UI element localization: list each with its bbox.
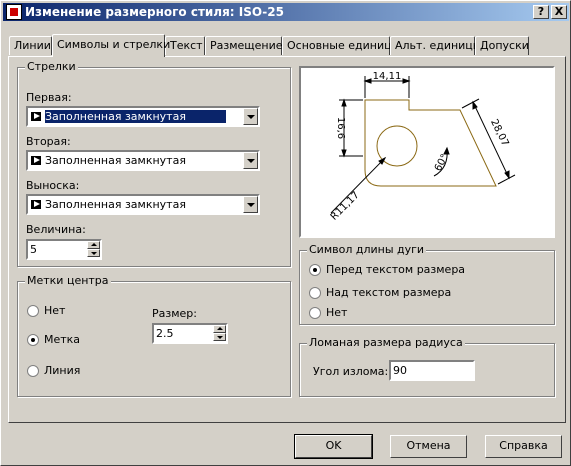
window-title: Изменение размерного стиля: ISO-25 — [25, 5, 284, 19]
center-size-spinner[interactable]: 2.5 — [152, 323, 228, 344]
close-button[interactable]: X — [551, 5, 567, 19]
part-shape — [364, 99, 497, 187]
help-button[interactable]: ? — [533, 5, 549, 19]
chevron-down-icon[interactable] — [243, 196, 258, 213]
first-arrow-label: Первая: — [26, 91, 72, 104]
dim-angle-text: 60° — [433, 152, 451, 173]
leader-arrow-select[interactable]: Заполненная замкнутая — [26, 194, 260, 215]
jog-angle-input[interactable]: 90 — [389, 360, 475, 381]
arrow-size-label: Величина: — [26, 223, 86, 236]
second-arrow-value: Заполненная замкнутая — [45, 154, 186, 167]
leader-arrow-label: Выноска: — [26, 179, 80, 192]
dim-radius-text: R11,17 — [329, 190, 362, 223]
radio-selected-icon — [27, 334, 39, 346]
radio-icon — [309, 307, 321, 319]
second-arrow-label: Вторая: — [26, 135, 71, 148]
part-outline — [364, 99, 497, 187]
chevron-down-icon[interactable] — [243, 108, 258, 125]
arrowhead-icon — [31, 200, 41, 209]
center-size-value: 2.5 — [156, 327, 174, 340]
tab-lines[interactable]: Линии — [9, 36, 52, 55]
dimension-lines — [330, 76, 516, 214]
radio-icon — [27, 305, 39, 317]
arc-above-label: Над текстом размера — [326, 286, 452, 299]
ok-button[interactable]: OK — [294, 434, 373, 459]
dimension-preview: 14,11 16,6 28,07 60° R11,17 — [299, 66, 555, 238]
tab-alternate-units[interactable]: Альт. единицы — [390, 36, 481, 55]
jog-group-title: Ломаная размера радиуса — [307, 336, 465, 349]
app-icon — [6, 4, 22, 20]
second-arrow-select[interactable]: Заполненная замкнутая — [26, 150, 260, 171]
tab-fit[interactable]: Размещение — [205, 36, 283, 55]
preview-drawing: 14,11 16,6 28,07 60° R11,17 — [329, 71, 516, 223]
cancel-button[interactable]: Отмена — [390, 435, 467, 458]
first-arrow-value: Заполненная замкнутая — [45, 110, 226, 123]
arc-before-label: Перед текстом размера — [326, 263, 466, 276]
arc-none-label: Нет — [326, 306, 348, 319]
center-marks-group-title: Метки центра — [25, 274, 111, 287]
center-size-label: Размер: — [152, 307, 197, 320]
help-dialog-button[interactable]: Справка — [485, 435, 562, 458]
radio-icon — [309, 287, 321, 299]
chevron-down-icon[interactable] — [243, 152, 258, 169]
spin-up-icon[interactable] — [213, 325, 226, 333]
radio-selected-icon — [309, 264, 321, 276]
center-none-label: Нет — [44, 304, 66, 317]
tab-symbols-arrows[interactable]: Символы и стрелки — [52, 34, 170, 57]
spin-down-icon[interactable] — [213, 333, 226, 341]
spin-down-icon[interactable] — [87, 249, 100, 257]
tab-text[interactable]: Текст — [165, 36, 205, 55]
tab-tolerances[interactable]: Допуски — [475, 36, 529, 55]
dim-right-text: 28,07 — [488, 118, 510, 149]
spin-up-icon[interactable] — [87, 241, 100, 249]
title-bar[interactable]: Изменение размерного стиля: ISO-25 ? X — [3, 3, 569, 21]
dim-left-text: 16,6 — [335, 117, 346, 139]
center-mark-label: Метка — [44, 333, 81, 346]
first-arrow-select[interactable]: Заполненная замкнутая — [26, 106, 260, 127]
dim-top-text: 14,11 — [373, 71, 402, 82]
jog-angle-label: Угол излома: — [313, 365, 389, 378]
arrows-group-title: Стрелки — [25, 60, 78, 73]
arrowhead-icon — [31, 156, 41, 165]
arrowhead-icon — [31, 112, 41, 121]
arc-length-group-title: Символ длины дуги — [307, 243, 427, 256]
tab-primary-units[interactable]: Основные единицы — [282, 36, 400, 55]
radio-icon — [27, 365, 39, 377]
arrow-size-value: 5 — [30, 243, 37, 256]
center-line-label: Линия — [44, 364, 81, 377]
leader-arrow-value: Заполненная замкнутая — [45, 198, 186, 211]
arrow-size-spinner[interactable]: 5 — [26, 239, 102, 260]
